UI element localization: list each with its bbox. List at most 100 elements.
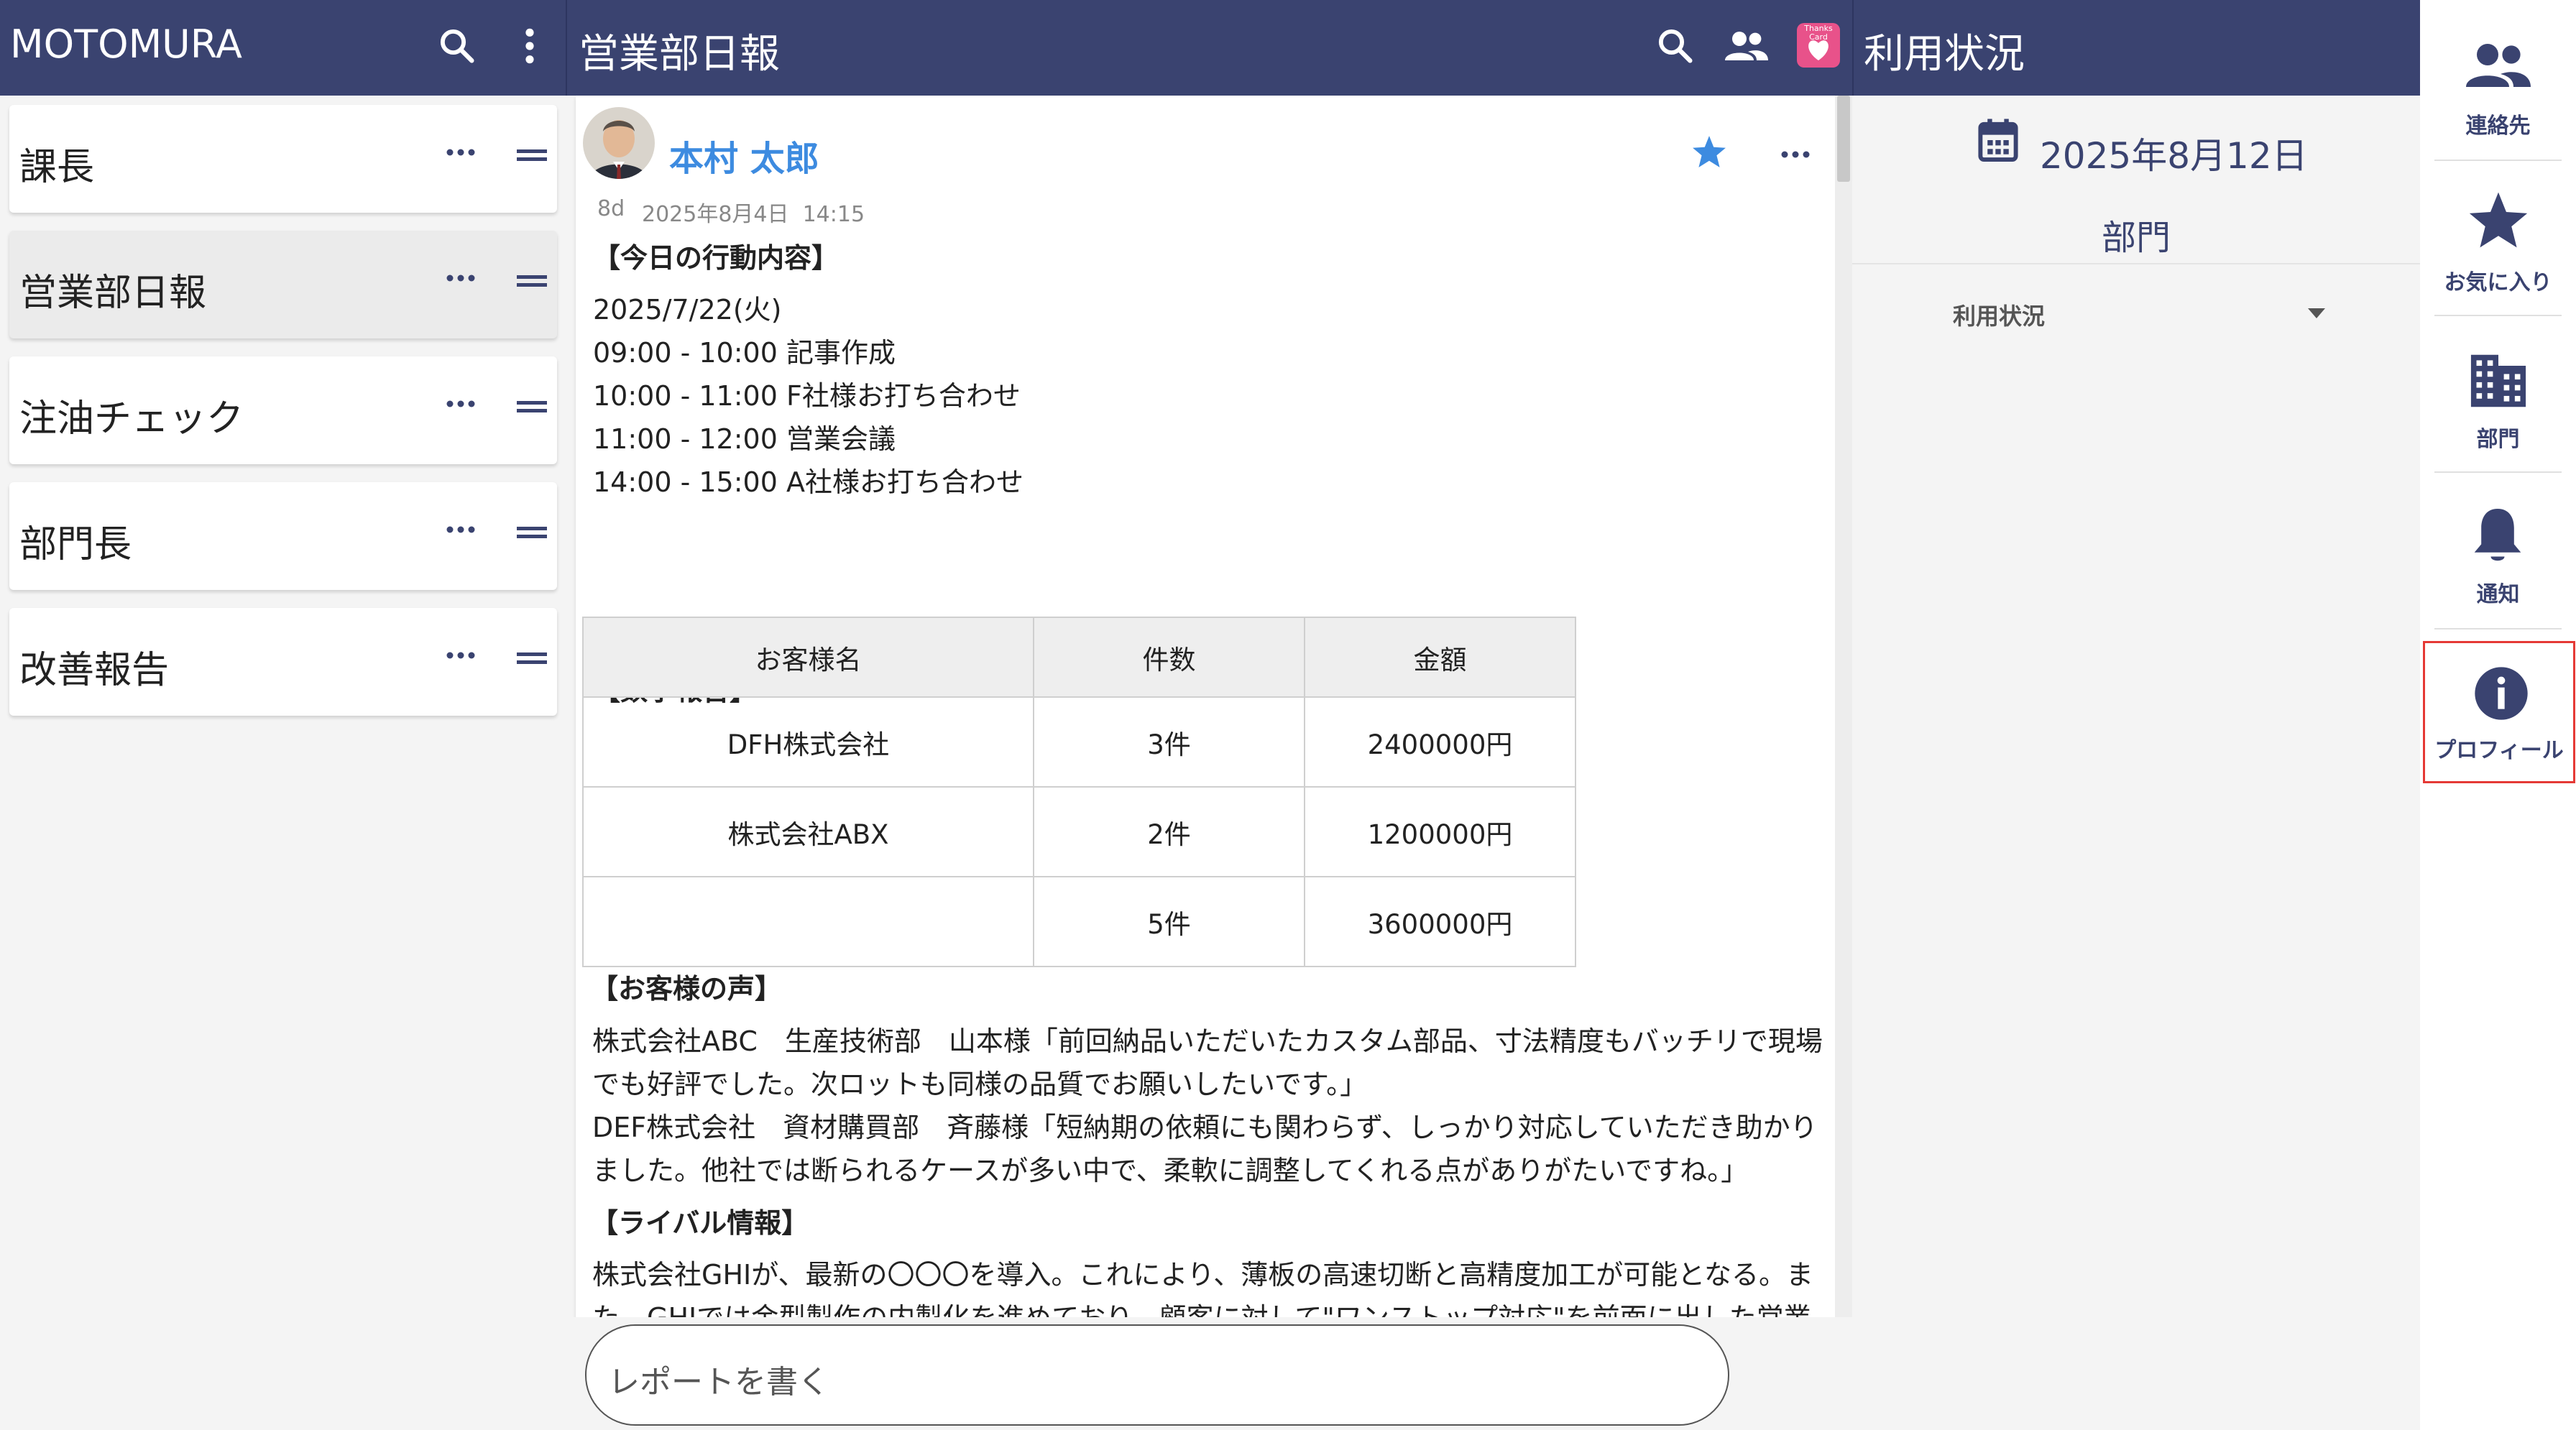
nav-item-label: 通知 (2476, 582, 2520, 607)
more-horizontal-icon[interactable] (446, 400, 476, 408)
voice-line: DEF株式会社 資材購買部 斉藤様「短納期の依頼にも関わらず、しっかり対応してい… (592, 1112, 1818, 1143)
table-row: 5件 3600000円 (582, 876, 1576, 967)
table-cell: 3件 (1033, 696, 1305, 788)
search-icon[interactable] (1655, 26, 1694, 65)
table-header-cell: お客様名 (582, 617, 1034, 698)
channel-item-eigyo-nippo[interactable]: 営業部日報 (9, 231, 557, 338)
voice-line: でも好評でした。次ロットも同様の品質でお願いしたいです。」 (592, 1069, 1368, 1100)
table-cell: 5件 (1033, 876, 1305, 967)
search-icon[interactable] (437, 26, 476, 65)
channel-item-label: 営業部日報 (19, 272, 207, 315)
post-scrollbar-track[interactable] (1835, 96, 1852, 1317)
activity-line: 2025/7/22(火) (593, 294, 782, 326)
report-compose-placeholder: レポートを書く (608, 1364, 829, 1401)
more-horizontal-icon[interactable] (446, 651, 476, 660)
usage-divider (1852, 263, 2420, 264)
report-compose-input[interactable]: レポートを書く (585, 1324, 1729, 1426)
nav-item-favorites[interactable]: お気に入り (2420, 160, 2576, 314)
table-cell: 株式会社ABX (582, 786, 1034, 877)
section-heading: 【ライバル情報】 (591, 1207, 809, 1239)
section-heading: 【お客様の声】 (591, 973, 783, 1005)
nav-item-contacts[interactable]: 連絡先 (2420, 0, 2576, 154)
channel-item-label: 注油チェック (19, 397, 244, 440)
channel-item-label: 部門長 (19, 523, 132, 566)
table-header-cell: 金額 (1304, 617, 1576, 698)
voice-line: ました。他社では断られるケースが多い中で、柔軟に調整してくれる点がありがたいです… (592, 1155, 1749, 1186)
more-horizontal-icon[interactable] (446, 525, 476, 534)
more-vertical-icon[interactable] (519, 26, 540, 66)
left-header: MOTOMURA (0, 0, 566, 96)
voice-line: 株式会社ABC 生産技術部 山本様「前回納品いただいたカスタム部品、寸法精度もバ… (592, 1025, 1823, 1057)
table-cell: 2件 (1033, 786, 1305, 877)
table-cell: 3600000円 (1304, 876, 1576, 967)
drag-handle-icon[interactable] (517, 651, 547, 665)
channel-item-kaizen[interactable]: 改善報告 (9, 608, 557, 716)
drag-handle-icon[interactable] (517, 148, 547, 162)
more-horizontal-icon[interactable] (446, 274, 476, 282)
channel-item-label: 課長 (19, 146, 95, 189)
star-icon[interactable] (1691, 134, 1727, 169)
usage-department[interactable]: 部門 (1852, 209, 2420, 259)
drag-handle-icon[interactable] (517, 274, 547, 288)
activity-line: 09:00 - 10:00 記事作成 (593, 337, 896, 369)
nav-item-label: プロフィール (2434, 738, 2564, 763)
usage-date[interactable]: 2025年8月12日 (2040, 127, 2308, 179)
table-header-row: お客様名 件数 金額 (582, 617, 1576, 698)
post-scrollbar-thumb[interactable] (1837, 96, 1850, 182)
table-cell: 1200000円 (1304, 786, 1576, 877)
activity-line: 14:00 - 15:00 A社様お打ち合わせ (593, 466, 1024, 498)
bell-icon (2474, 509, 2521, 561)
nav-item-profile[interactable]: プロフィール (2423, 641, 2575, 783)
drag-handle-icon[interactable] (517, 400, 547, 414)
section-heading: 【今日の行動内容】 (593, 242, 840, 274)
sales-table: お客様名 件数 金額 DFH株式会社 3件 2400000円 株式会社ABX 2… (582, 617, 1576, 967)
channel-item-label: 改善報告 (19, 649, 170, 692)
rival-line: 株式会社GHIが、最新の〇〇〇を導入。これにより、薄板の高速切断と高精度加工が可… (592, 1259, 1814, 1291)
usage-dropdown[interactable]: 利用状況 (1953, 291, 2327, 334)
post-age: 8d (597, 196, 625, 221)
usage-header: 利用状況 (1854, 0, 2420, 96)
table-header-cell: 件数 (1033, 617, 1305, 698)
nav-item-label: お気に入り (2444, 270, 2552, 295)
more-horizontal-icon[interactable] (1780, 150, 1811, 159)
side-nav: 連絡先 お気に入り 部門 通知 プロフィール (2420, 0, 2576, 1430)
activity-line: 11:00 - 12:00 営業会議 (593, 423, 896, 455)
usage-dropdown-label: 利用状況 (1953, 303, 2046, 330)
app-title: MOTOMURA (10, 22, 242, 67)
nav-item-label: 連絡先 (2465, 114, 2531, 139)
post-author[interactable]: 本村 太郎 (669, 130, 819, 180)
contacts-icon (2466, 44, 2531, 87)
table-row: 株式会社ABX 2件 1200000円 (582, 786, 1576, 877)
table-cell: DFH株式会社 (582, 696, 1034, 788)
table-cell: 2400000円 (1304, 696, 1576, 788)
channel-list: 課長 営業部日報 注油チェック 部門長 改善報告 (0, 96, 566, 1430)
thanks-card-button[interactable]: Thanks Card (1797, 23, 1840, 68)
more-horizontal-icon[interactable] (446, 148, 476, 157)
channel-item-bumoncho[interactable]: 部門長 (9, 482, 557, 590)
channel-header: 営業部日報 Thanks Card (567, 0, 1852, 96)
info-icon (2475, 667, 2528, 720)
chevron-down-icon (2308, 308, 2325, 318)
rival-line-clip: た、GHIでは金型製作の内製化を進めており、顧客に対して"ワンストップ対応"を前… (575, 1293, 1834, 1317)
post-datetime: 2025年8月4日 14:15 (642, 202, 865, 227)
avatar[interactable] (581, 106, 656, 180)
table-row: DFH株式会社 3件 2400000円 (582, 696, 1576, 788)
usage-panel: 2025年8月12日 部門 利用状況 (1852, 96, 2420, 1430)
calendar-icon[interactable] (1977, 117, 2020, 163)
nav-item-label: 部門 (2476, 427, 2520, 452)
drag-handle-icon[interactable] (517, 525, 547, 540)
heart-icon (1808, 40, 1828, 60)
channel-item-kacho[interactable]: 課長 (9, 105, 557, 213)
channel-item-oil-check[interactable]: 注油チェック (9, 356, 557, 464)
usage-panel-title: 利用状況 (1864, 31, 2025, 78)
channel-title: 営業部日報 (579, 31, 780, 78)
nav-divider (2434, 628, 2562, 629)
members-icon[interactable] (1724, 27, 1770, 65)
nav-item-department[interactable]: 部門 (2420, 315, 2576, 469)
star-icon (2469, 192, 2528, 248)
rival-line: た、GHIでは金型製作の内製化を進めており、顧客に対して"ワンストップ対応"を前… (592, 1296, 1811, 1317)
nav-item-notifications[interactable]: 通知 (2420, 471, 2576, 626)
building-icon (2470, 354, 2526, 407)
table-cell (582, 876, 1034, 967)
activity-line: 10:00 - 11:00 F社様お打ち合わせ (593, 380, 1021, 412)
